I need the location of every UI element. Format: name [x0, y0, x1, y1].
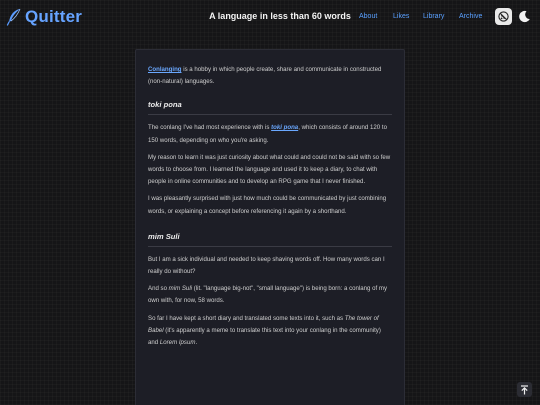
intro-paragraph: Conlanging is a hobby in which people cr… — [148, 66, 382, 86]
scroll-to-top-button[interactable] — [517, 382, 532, 397]
paragraph: And so mim Suli (lit. "language big-not"… — [148, 285, 388, 305]
paragraph: But I am a sick individual and needed to… — [148, 255, 385, 276]
nav-about[interactable]: About — [359, 13, 377, 20]
nav-archive[interactable]: Archive — [459, 13, 482, 20]
top-bar: Quitter A language in less than 60 words… — [0, 0, 540, 34]
article-card: Conlanging is a hobby in which people cr… — [135, 49, 405, 405]
nav-likes[interactable]: Likes — [393, 13, 409, 20]
rss-button[interactable] — [495, 8, 512, 25]
main-nav: About Likes Library Archive — [0, 13, 540, 23]
nav-library[interactable]: Library — [423, 13, 444, 20]
paragraph: So far I have kept a short diary and tra… — [148, 314, 381, 347]
toki-pona-link[interactable]: toki pona — [271, 124, 298, 131]
scroll-to-top-icon — [521, 384, 528, 394]
moon-icon — [519, 10, 530, 23]
rss-crossed-icon — [498, 11, 509, 22]
conlanging-link[interactable]: Conlanging — [148, 66, 182, 73]
paragraph: The conlang I've had most experience wit… — [148, 124, 387, 144]
section-heading-toki-pona: toki pona — [148, 100, 392, 116]
paragraph: My reason to learn it was just curiosity… — [148, 153, 391, 186]
section-heading-mim-suli: mim Suli — [148, 232, 392, 247]
theme-toggle-button[interactable] — [516, 8, 533, 25]
paragraph: I was pleasantly surprised with just how… — [148, 195, 387, 215]
